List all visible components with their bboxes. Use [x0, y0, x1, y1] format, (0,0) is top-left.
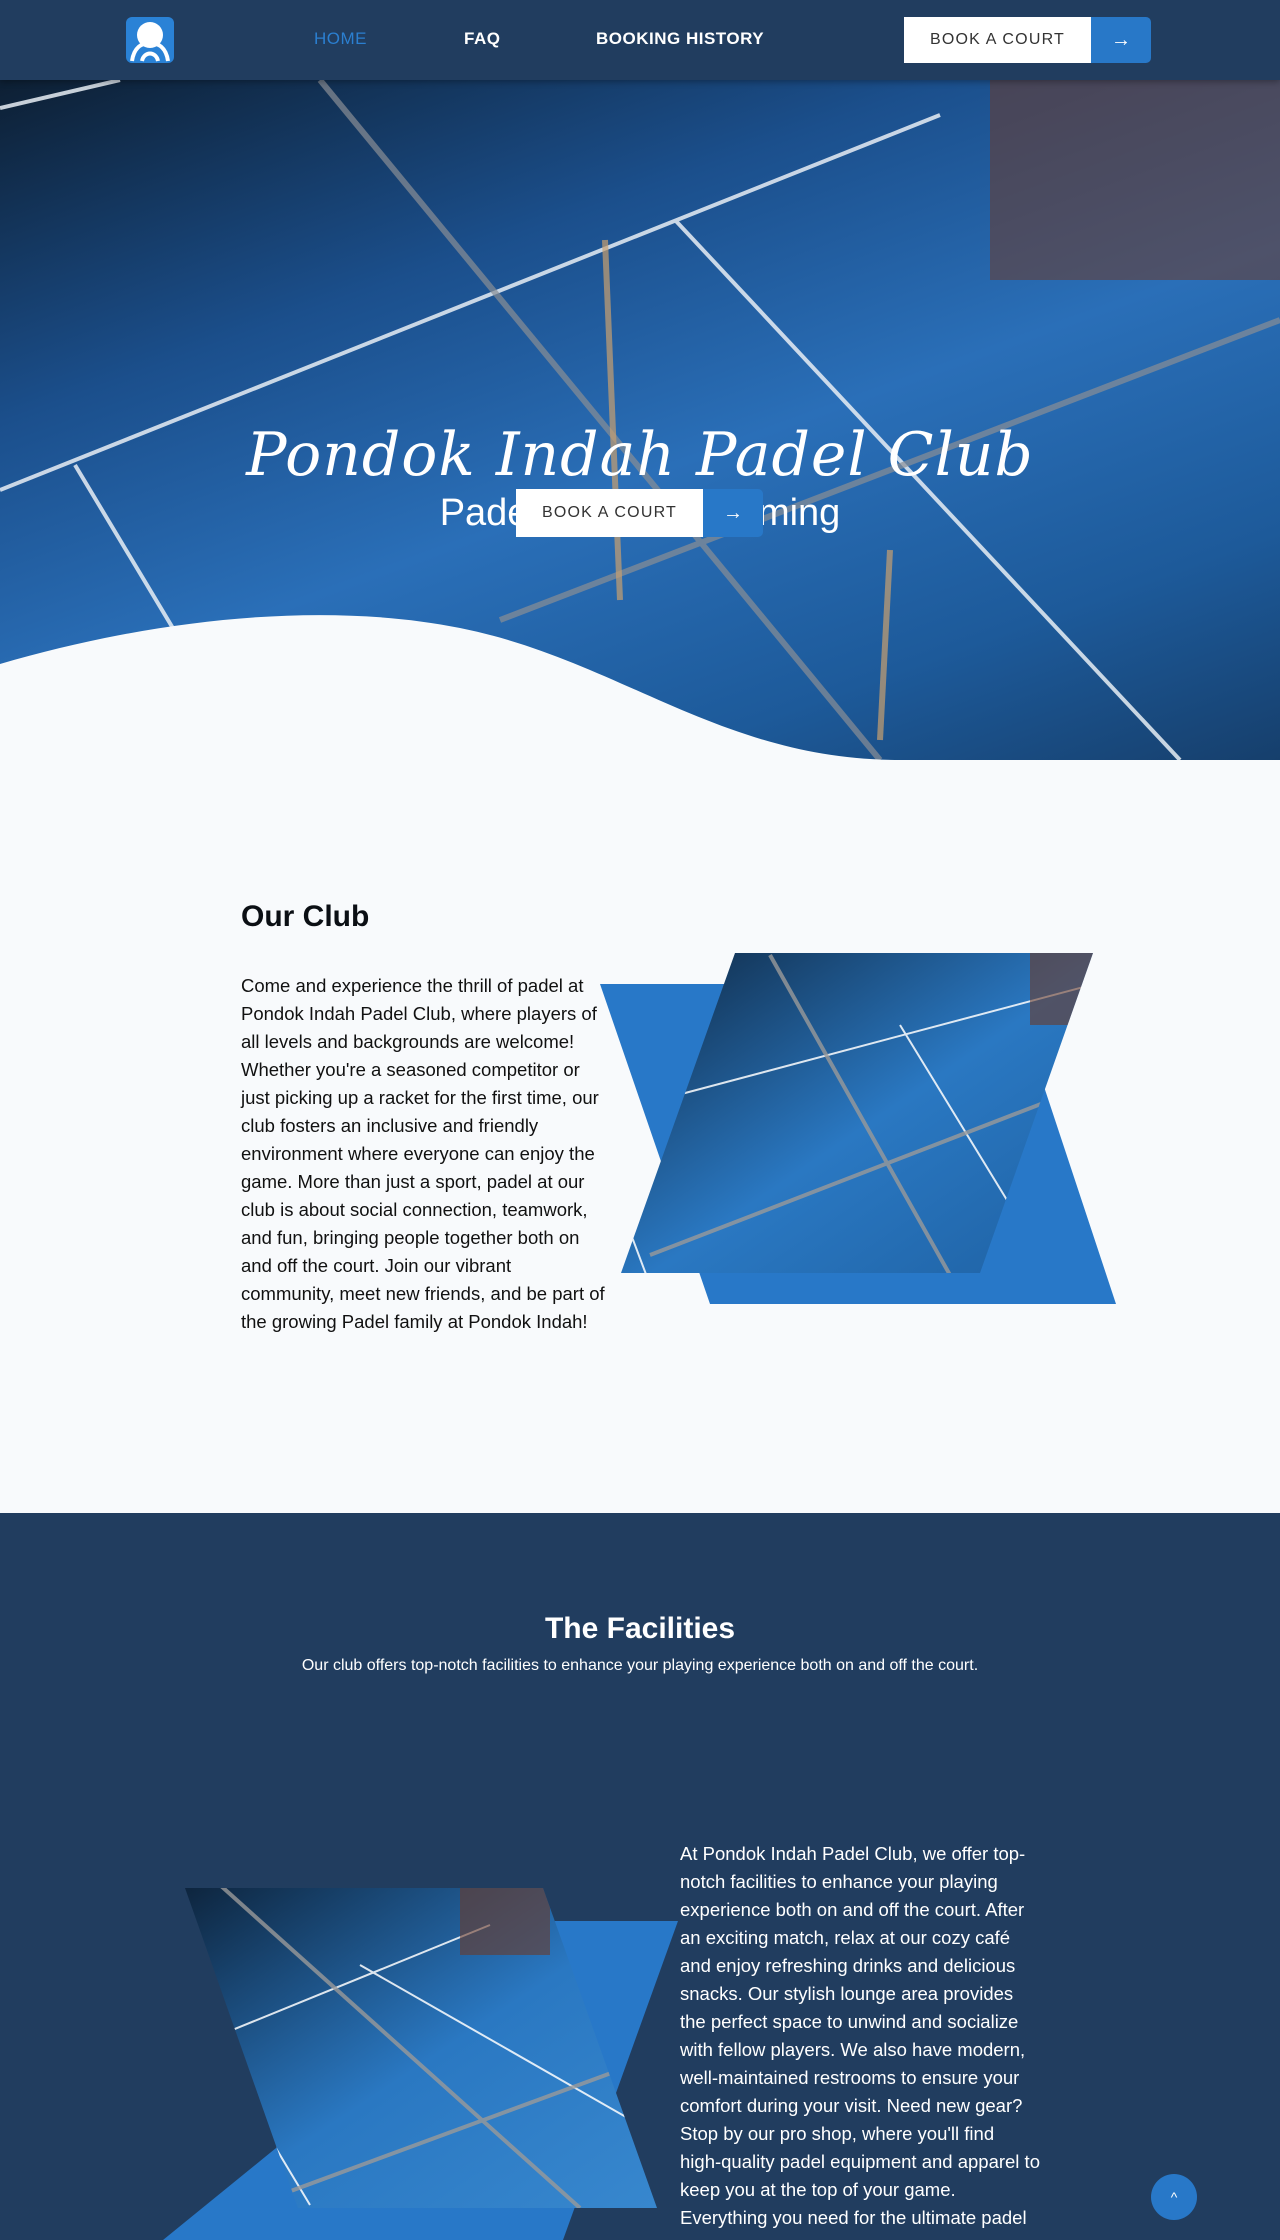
our-club-text: Come and experience the thrill of padel …: [241, 975, 605, 1332]
hero-title: Pondok Indah Padel Club: [246, 420, 1034, 490]
nav-faq[interactable]: FAQ: [464, 29, 500, 49]
nav-booking-history[interactable]: BOOKING HISTORY: [596, 29, 764, 49]
hero-book-court-label: BOOK A COURT: [516, 489, 703, 537]
nav-book-court-label: BOOK A COURT: [904, 17, 1091, 63]
scroll-to-top-button[interactable]: ^: [1151, 2174, 1197, 2220]
hero-book-court-button[interactable]: BOOK A COURT →: [516, 489, 763, 537]
our-club-image: [600, 953, 1116, 1304]
facilities-image: [163, 1888, 678, 2240]
racket-logo-icon: [130, 22, 170, 62]
nav-home[interactable]: HOME: [314, 29, 367, 49]
chevron-up-icon: ^: [1170, 2189, 1178, 2205]
facilities-heading: The Facilities: [544, 1612, 736, 1645]
facilities-subtitle: Our club offers top-notch facilities to …: [301, 1657, 979, 1674]
hero-section: Pondok Indah Padel Club Padel Made Welco…: [0, 80, 1280, 760]
facilities-text: At Pondok Indah Padel Club, we offer top…: [680, 1843, 1040, 2228]
arrow-right-icon: →: [1091, 17, 1151, 63]
club-logo[interactable]: [126, 17, 174, 63]
nav-book-court-button[interactable]: BOOK A COURT →: [904, 17, 1151, 63]
navbar: HOME FAQ BOOKING HISTORY BOOK A COURT →: [0, 0, 1280, 80]
our-club-heading: Our Club: [241, 900, 370, 933]
arrow-right-icon: →: [703, 489, 763, 537]
